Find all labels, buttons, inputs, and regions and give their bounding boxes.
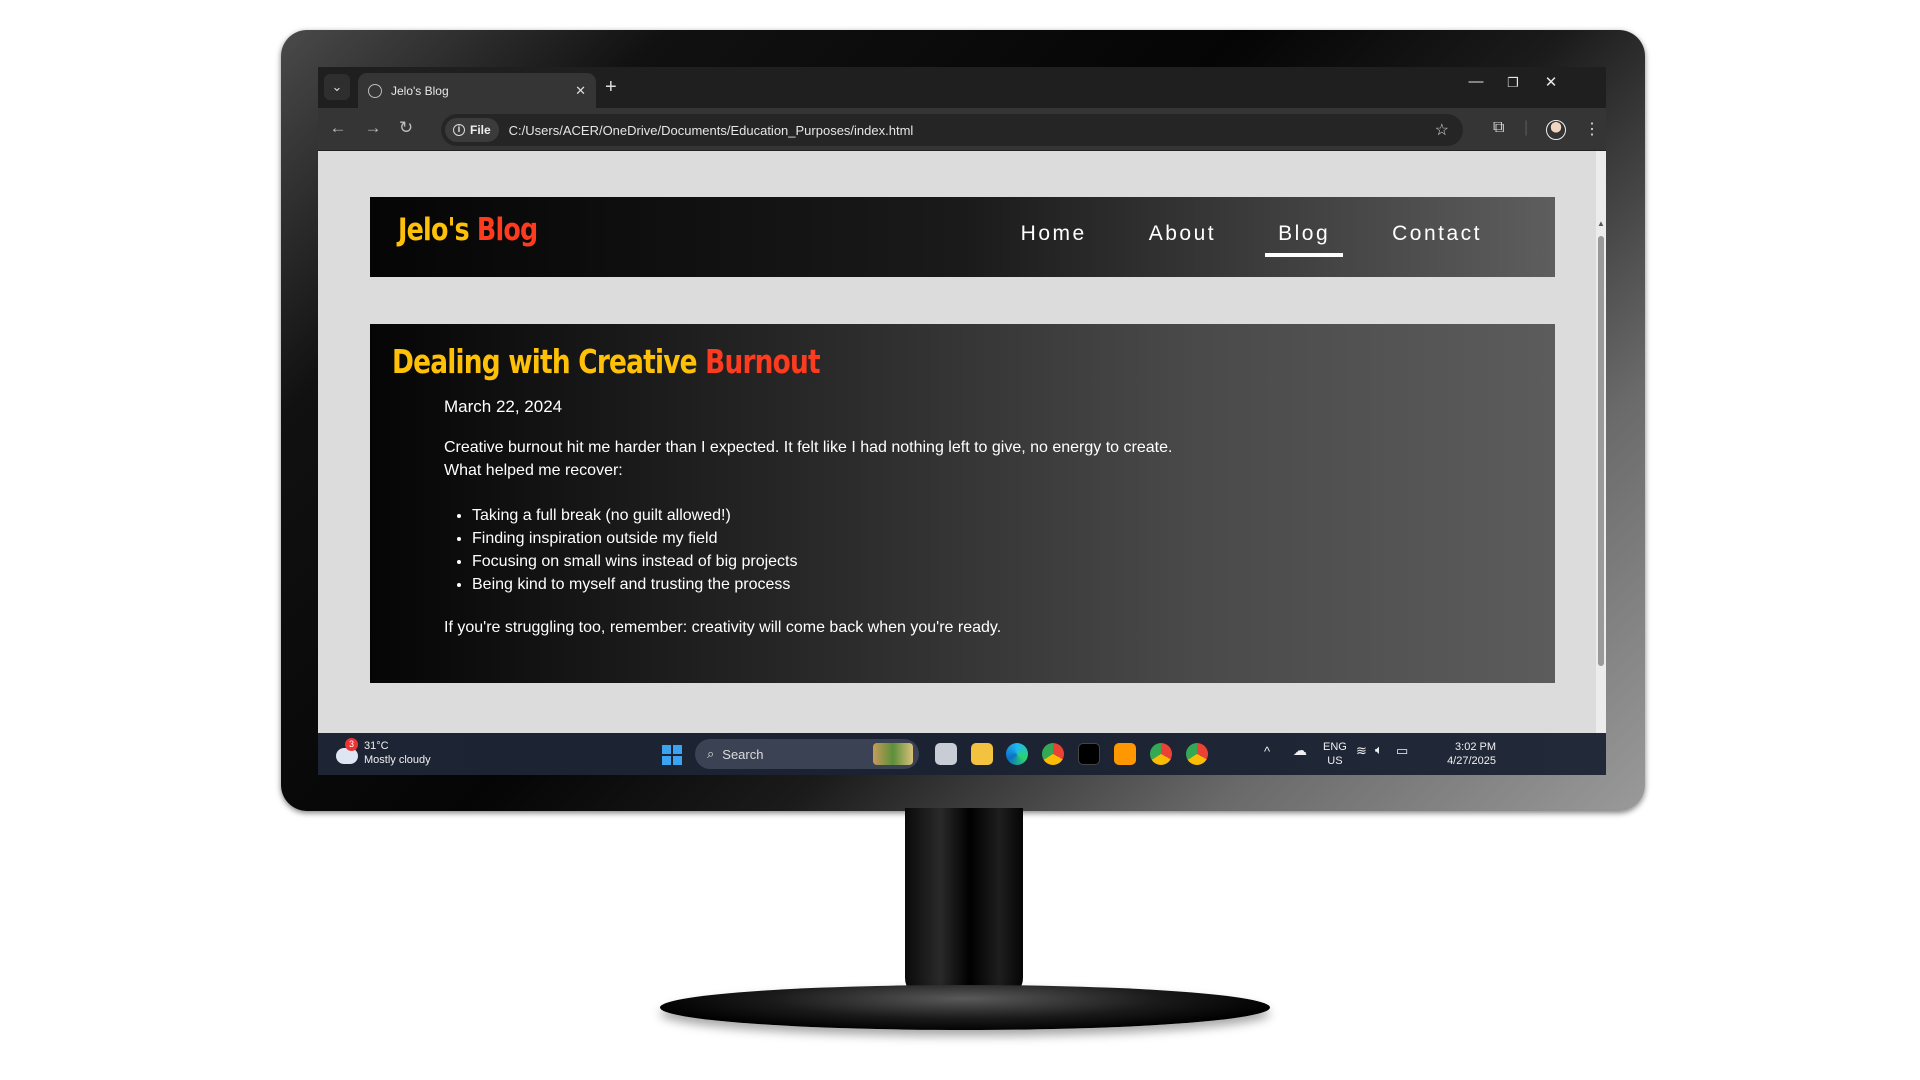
menu-kebab-icon[interactable]: ⋮ [1584, 119, 1600, 139]
post-outro: If you're struggling too, remember: crea… [444, 619, 1002, 636]
scroll-up-icon[interactable]: ▲ [1597, 219, 1605, 228]
page-viewport: Jelo's Blog Home About Blog Contact Deal… [318, 151, 1606, 733]
post-intro-line: What helped me recover: [444, 462, 623, 479]
scrollbar-thumb[interactable] [1598, 236, 1604, 666]
nav-link-blog[interactable]: Blog [1265, 222, 1344, 257]
list-item: Being kind to myself and trusting the pr… [472, 573, 798, 596]
close-tab-icon[interactable]: ✕ [575, 83, 586, 99]
address-bar[interactable]: i File C:/Users/ACER/OneDrive/Documents/… [441, 114, 1463, 146]
list-item: Focusing on small wins instead of big pr… [472, 550, 798, 573]
weather-desc: Mostly cloudy [364, 754, 431, 766]
search-highlight-image [873, 743, 913, 765]
language-indicator[interactable]: ENG US [1323, 740, 1347, 768]
windows-taskbar: 3 31°C Mostly cloudy ⌕ Search ^ ☁ ENG US… [318, 733, 1606, 775]
forward-button[interactable]: → [361, 118, 385, 138]
nav-link-home[interactable]: Home [1008, 222, 1100, 256]
nav-link-contact[interactable]: Contact [1379, 222, 1495, 256]
info-icon: i [453, 124, 465, 136]
back-button[interactable]: ← [326, 118, 350, 138]
edge-icon[interactable] [1006, 743, 1028, 765]
close-window-button[interactable]: ✕ [1531, 73, 1571, 91]
monitor-stand-base [660, 985, 1270, 1030]
task-view-icon[interactable] [935, 743, 957, 765]
post-intro-line: Creative burnout hit me harder than I ex… [444, 439, 1173, 456]
bookmark-star-icon[interactable]: ☆ [1435, 120, 1449, 140]
chrome-icon[interactable] [1042, 743, 1064, 765]
clock-date: 4/27/2025 [1447, 755, 1496, 767]
chevron-up-icon[interactable]: ^ [1264, 745, 1270, 759]
post-title-part1: Dealing with Creative [392, 342, 706, 381]
minimize-button[interactable]: — [1456, 73, 1496, 90]
tab-search-button[interactable]: ⌄ [324, 74, 350, 100]
monitor-stand-neck [905, 808, 1023, 998]
site-info-chip[interactable]: i File [445, 118, 499, 142]
logo-text-part1: Jelo's [398, 212, 477, 248]
url-scheme-label: File [470, 123, 491, 137]
cloud-icon: 3 [336, 738, 358, 764]
post-title: Dealing with Creative Burnout [392, 342, 821, 381]
weather-widget[interactable]: 3 31°C Mostly cloudy [336, 738, 431, 767]
file-explorer-icon[interactable] [971, 743, 993, 765]
weather-temp: 31°C [364, 740, 389, 752]
taskbar-search[interactable]: ⌕ Search [695, 739, 919, 769]
site-logo[interactable]: Jelo's Blog [398, 212, 538, 248]
globe-icon [368, 83, 382, 98]
extensions-icon[interactable]: ⧉ [1493, 119, 1504, 137]
list-item: Finding inspiration outside my field [472, 527, 798, 550]
volume-icon[interactable]: 🔈︎ [1375, 743, 1383, 757]
lang-line-1: ENG [1323, 741, 1347, 753]
windows-start-icon[interactable] [662, 745, 682, 765]
search-icon: ⌕ [707, 746, 715, 761]
wifi-icon[interactable]: ≋ [1356, 744, 1367, 758]
blog-post: Dealing with Creative Burnout March 22, … [370, 324, 1555, 683]
weather-badge: 3 [345, 738, 358, 751]
onedrive-cloud-icon[interactable]: ☁ [1293, 743, 1307, 757]
restore-button[interactable]: ❐ [1493, 75, 1533, 91]
toolbar-divider: | [1524, 119, 1529, 136]
tiktok-icon[interactable] [1078, 743, 1100, 765]
profile-avatar[interactable] [1546, 120, 1566, 140]
chrome-profile-icon[interactable] [1150, 743, 1172, 765]
post-date: March 22, 2024 [444, 397, 563, 416]
site-nav: Home About Blog Contact [972, 222, 1495, 257]
browser-tab[interactable]: Jelo's Blog ✕ [358, 73, 596, 108]
monitor-screen: ⌄ Jelo's Blog ✕ + — ❐ ✕ ← → ↻ i File C:/… [318, 67, 1606, 775]
taskbar-search-label: Search [722, 746, 764, 762]
url-text[interactable]: C:/Users/ACER/OneDrive/Documents/Educati… [509, 123, 1435, 138]
clock-time: 3:02 PM [1455, 741, 1496, 753]
reload-button[interactable]: ↻ [394, 118, 418, 138]
clock[interactable]: 3:02 PM 4/27/2025 [1424, 740, 1496, 768]
post-tips-list: Taking a full break (no guilt allowed!) … [472, 504, 798, 596]
site-header: Jelo's Blog Home About Blog Contact [370, 197, 1555, 277]
nav-link-about[interactable]: About [1136, 222, 1229, 256]
logo-text-part2: Blog [476, 212, 538, 248]
chrome-icon-2[interactable] [1186, 743, 1208, 765]
lang-line-2: US [1327, 755, 1343, 767]
sublime-text-icon[interactable] [1114, 743, 1136, 765]
browser-tab-strip: ⌄ Jelo's Blog ✕ + — ❐ ✕ [318, 67, 1606, 108]
page-scrollbar[interactable]: ▲ [1596, 151, 1606, 733]
post-title-part2: Burnout [705, 342, 820, 381]
list-item: Taking a full break (no guilt allowed!) [472, 504, 798, 527]
tab-title: Jelo's Blog [391, 83, 449, 98]
new-tab-button[interactable]: + [605, 76, 617, 99]
post-intro: Creative burnout hit me harder than I ex… [444, 436, 1344, 482]
browser-toolbar: ← → ↻ i File C:/Users/ACER/OneDrive/Docu… [318, 108, 1606, 151]
battery-icon[interactable]: ▭ [1396, 744, 1408, 758]
